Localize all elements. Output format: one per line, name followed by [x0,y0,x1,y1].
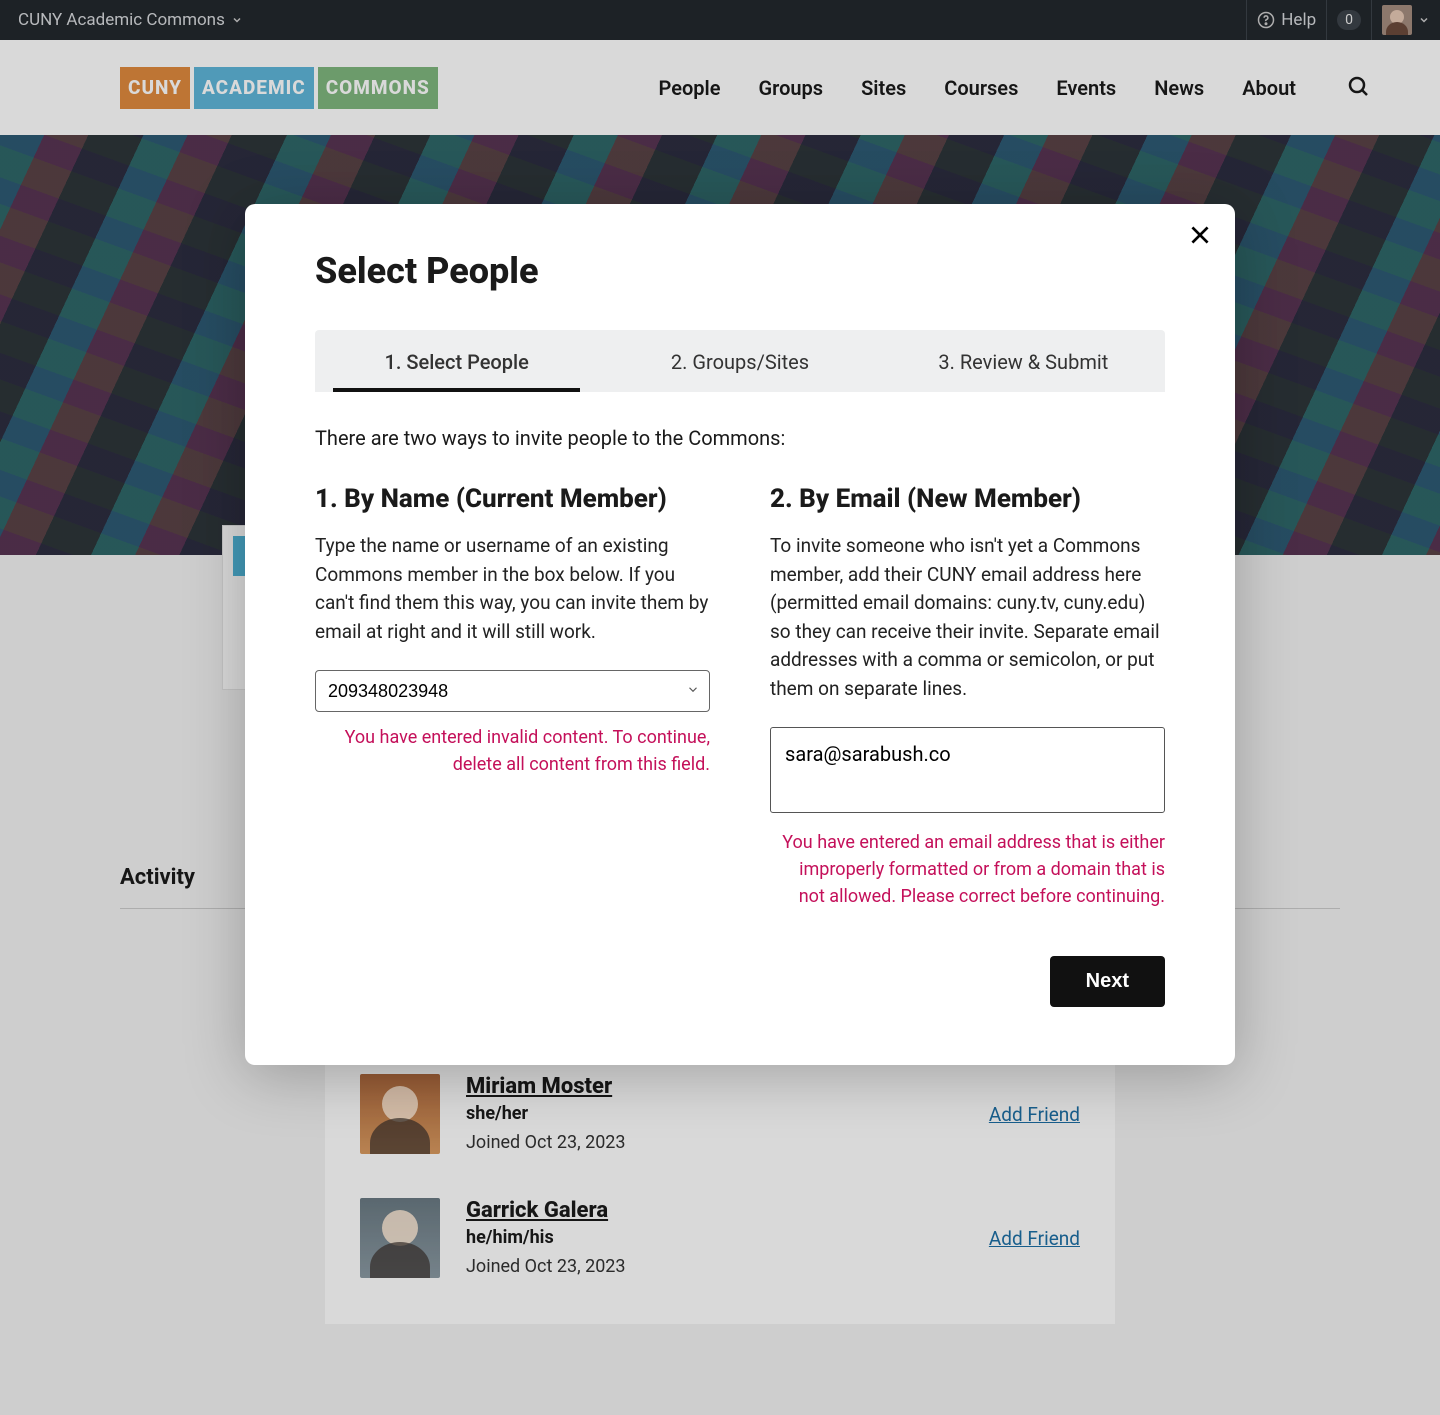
close-icon [1187,222,1213,248]
modal-intro: There are two ways to invite people to t… [315,426,1165,450]
by-email-heading: 2. By Email (New Member) [770,484,1165,514]
member-search-combobox[interactable] [315,670,710,712]
tab-review-submit[interactable]: 3. Review & Submit [882,330,1165,392]
modal-title: Select People [315,250,1165,292]
step-tabs: 1. Select People 2. Groups/Sites 3. Revi… [315,330,1165,392]
by-email-body: To invite someone who isn't yet a Common… [770,532,1165,703]
member-search-input[interactable] [315,670,710,712]
invite-by-name-column: 1. By Name (Current Member) Type the nam… [315,484,710,910]
close-button[interactable] [1187,222,1213,252]
next-button[interactable]: Next [1050,956,1165,1007]
invite-by-email-column: 2. By Email (New Member) To invite someo… [770,484,1165,910]
by-name-body: Type the name or username of an existing… [315,532,710,646]
tab-select-people[interactable]: 1. Select People [315,330,598,392]
email-input[interactable] [770,727,1165,813]
tab-groups-sites[interactable]: 2. Groups/Sites [598,330,881,392]
select-people-modal: Select People 1. Select People 2. Groups… [245,204,1235,1065]
member-search-error: You have entered invalid content. To con… [315,724,710,778]
email-input-error: You have entered an email address that i… [770,829,1165,910]
by-name-heading: 1. By Name (Current Member) [315,484,710,514]
